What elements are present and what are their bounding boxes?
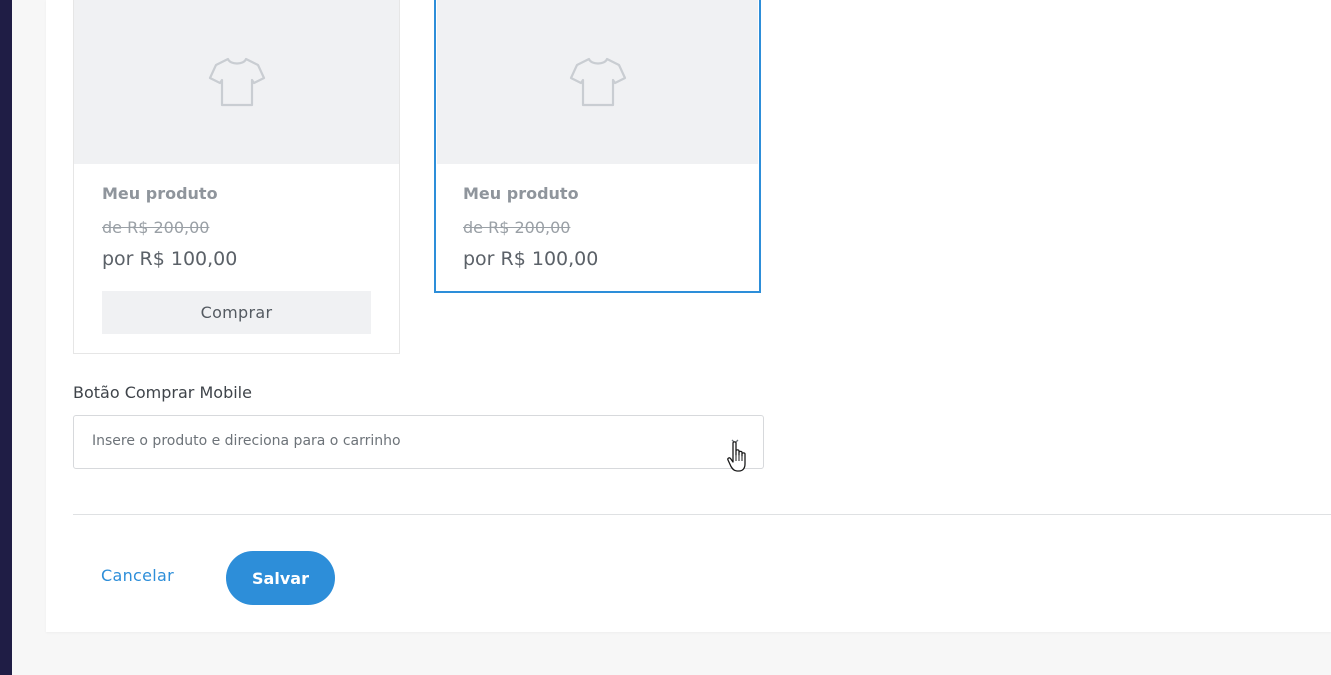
select-value: Insere o produto e direciona para o carr…: [92, 433, 401, 449]
product-old-price: de R$ 200,00: [102, 218, 210, 237]
tshirt-icon: [208, 57, 265, 107]
product-name: Meu produto: [102, 184, 218, 203]
product-new-price: por R$ 100,00: [102, 248, 238, 270]
left-sidebar-edge: [0, 0, 12, 675]
mobile-buy-button-select[interactable]: Insere o produto e direciona para o carr…: [73, 415, 764, 469]
product-card-without-button[interactable]: Meu produto de R$ 200,00 por R$ 100,00: [434, 0, 761, 293]
product-image-placeholder: [74, 0, 399, 164]
cancel-button[interactable]: Cancelar: [101, 566, 174, 585]
product-name: Meu produto: [463, 184, 579, 203]
buy-button[interactable]: Comprar: [102, 291, 371, 334]
product-old-price: de R$ 200,00: [463, 218, 571, 237]
product-image-placeholder: [437, 0, 758, 164]
product-card-with-button[interactable]: Meu produto de R$ 200,00 por R$ 100,00 C…: [73, 0, 400, 354]
save-button[interactable]: Salvar: [226, 551, 335, 605]
section-divider: [73, 514, 1331, 515]
hand-pointer-cursor-icon: [727, 441, 746, 472]
product-new-price: por R$ 100,00: [463, 248, 599, 270]
mobile-buy-button-label: Botão Comprar Mobile: [73, 383, 252, 402]
tshirt-icon: [569, 57, 626, 107]
